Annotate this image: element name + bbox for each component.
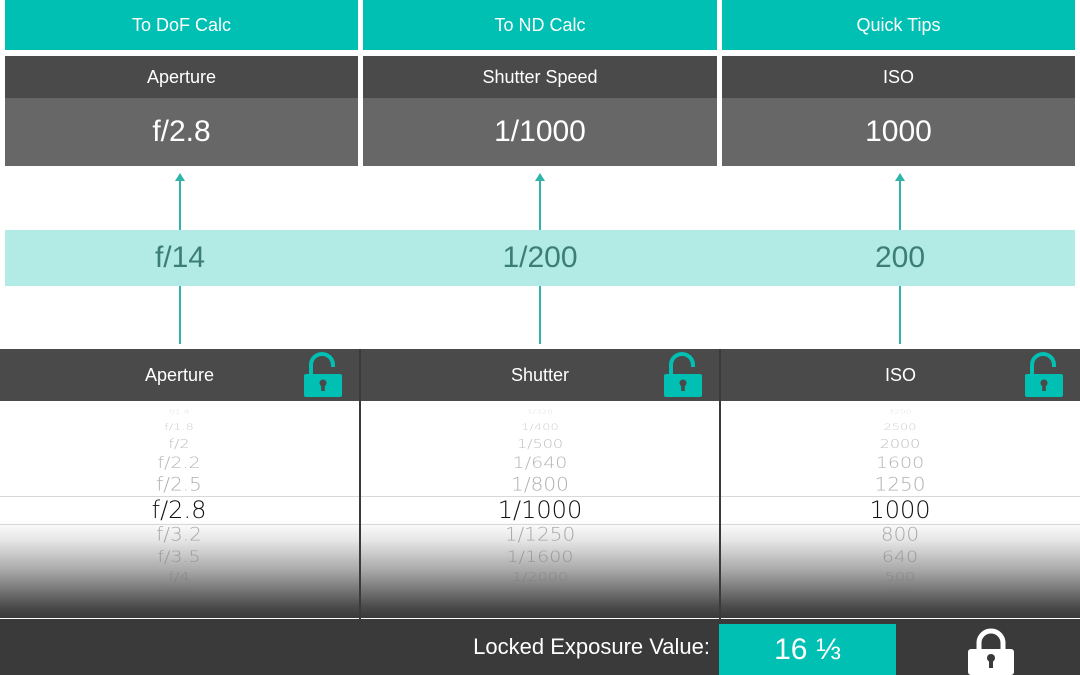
result-shutter-value: 1/1000 <box>363 98 717 166</box>
picker-selected-item[interactable]: 1000 <box>721 498 1079 522</box>
picker-item[interactable]: f/4 <box>0 571 358 583</box>
picker-item[interactable]: 2000 <box>721 438 1079 450</box>
picker-item[interactable]: 2500 <box>721 423 1079 431</box>
picker-item[interactable]: 400 <box>721 588 1079 595</box>
base-iso-value: 200 <box>874 241 926 274</box>
picker-item[interactable]: 1600 <box>721 455 1079 471</box>
picker-item[interactable]: 640 <box>721 549 1079 565</box>
base-aperture-value: f/14 <box>154 241 206 274</box>
picker-item[interactable]: 1/1250 <box>361 525 719 544</box>
locked-exposure-value: 16 ⅓ <box>719 624 896 675</box>
shutter-picker-wheel[interactable]: 1/320 1/400 1/500 1/640 1/800 1/1000 1/1250 1/1… <box>361 402 719 618</box>
result-aperture-label: Aperture <box>5 56 358 98</box>
picker-item[interactable]: 1/1600 <box>361 549 719 565</box>
base-shutter-value: 1/200 <box>502 241 578 274</box>
picker-item[interactable]: 1/400 <box>361 423 719 431</box>
aperture-unlocked-padlock-icon[interactable] <box>303 352 343 398</box>
result-shutter-label: Shutter Speed <box>363 56 717 98</box>
to-dof-calc-button[interactable]: To DoF Calc <box>5 0 358 50</box>
picker-item[interactable]: 1/800 <box>361 475 719 494</box>
picker-item[interactable]: f/3.2 <box>0 525 358 544</box>
picker-item[interactable]: f/1.8 <box>0 423 358 431</box>
picker-divider <box>359 349 361 619</box>
quick-tips-button[interactable]: Quick Tips <box>722 0 1075 50</box>
picker-item[interactable]: 1250 <box>721 475 1079 494</box>
picker-item[interactable]: f/3.5 <box>0 549 358 565</box>
iso-picker-wheel[interactable]: 3200 2500 2000 1600 1250 1000 800 640 500 400 <box>721 402 1079 618</box>
picker-item[interactable]: f/2.2 <box>0 455 358 471</box>
result-iso-value: 1000 <box>722 98 1075 166</box>
picker-item[interactable]: f/4.5 <box>0 588 358 595</box>
picker-item[interactable]: f/2.5 <box>0 475 358 494</box>
picker-item[interactable]: 3200 <box>721 410 1079 415</box>
exposure-locked-padlock-icon[interactable] <box>965 628 1017 675</box>
to-nd-calc-button[interactable]: To ND Calc <box>363 0 717 50</box>
iso-picker-label: ISO <box>884 364 916 385</box>
result-iso-card: ISO 1000 <box>722 56 1075 166</box>
picker-item[interactable]: 500 <box>721 571 1079 583</box>
picker-item[interactable]: 1/320 <box>361 410 719 415</box>
locked-exposure-label: Locked Exposure Value: <box>473 634 710 659</box>
shutter-picker-label: Shutter <box>510 364 570 385</box>
picker-item[interactable]: 1/2000 <box>361 571 719 583</box>
result-aperture-value: f/2.8 <box>5 98 358 166</box>
result-aperture-card: Aperture f/2.8 <box>5 56 358 166</box>
picker-item[interactable]: f/1.4 <box>0 410 358 415</box>
picker-item[interactable]: 1/500 <box>361 438 719 450</box>
picker-selected-item[interactable]: f/2.8 <box>0 498 358 522</box>
picker-divider <box>719 349 721 619</box>
picker-selected-item[interactable]: 1/1000 <box>361 498 719 522</box>
result-shutter-card: Shutter Speed 1/1000 <box>363 56 717 166</box>
picker-item[interactable]: 1/640 <box>361 455 719 471</box>
aperture-picker-wheel[interactable]: f/1.4 f/1.8 f/2 f/2.2 f/2.5 f/2.8 f/3.2 f/3.5 f/… <box>0 402 358 618</box>
result-iso-label: ISO <box>722 56 1075 98</box>
iso-unlocked-padlock-icon[interactable] <box>1024 352 1064 398</box>
picker-item[interactable]: f/2 <box>0 438 358 450</box>
aperture-picker-label: Aperture <box>144 364 215 385</box>
picker-item[interactable]: 800 <box>721 525 1079 544</box>
picker-item[interactable]: 1/2500 <box>361 588 719 595</box>
shutter-unlocked-padlock-icon[interactable] <box>663 352 703 398</box>
